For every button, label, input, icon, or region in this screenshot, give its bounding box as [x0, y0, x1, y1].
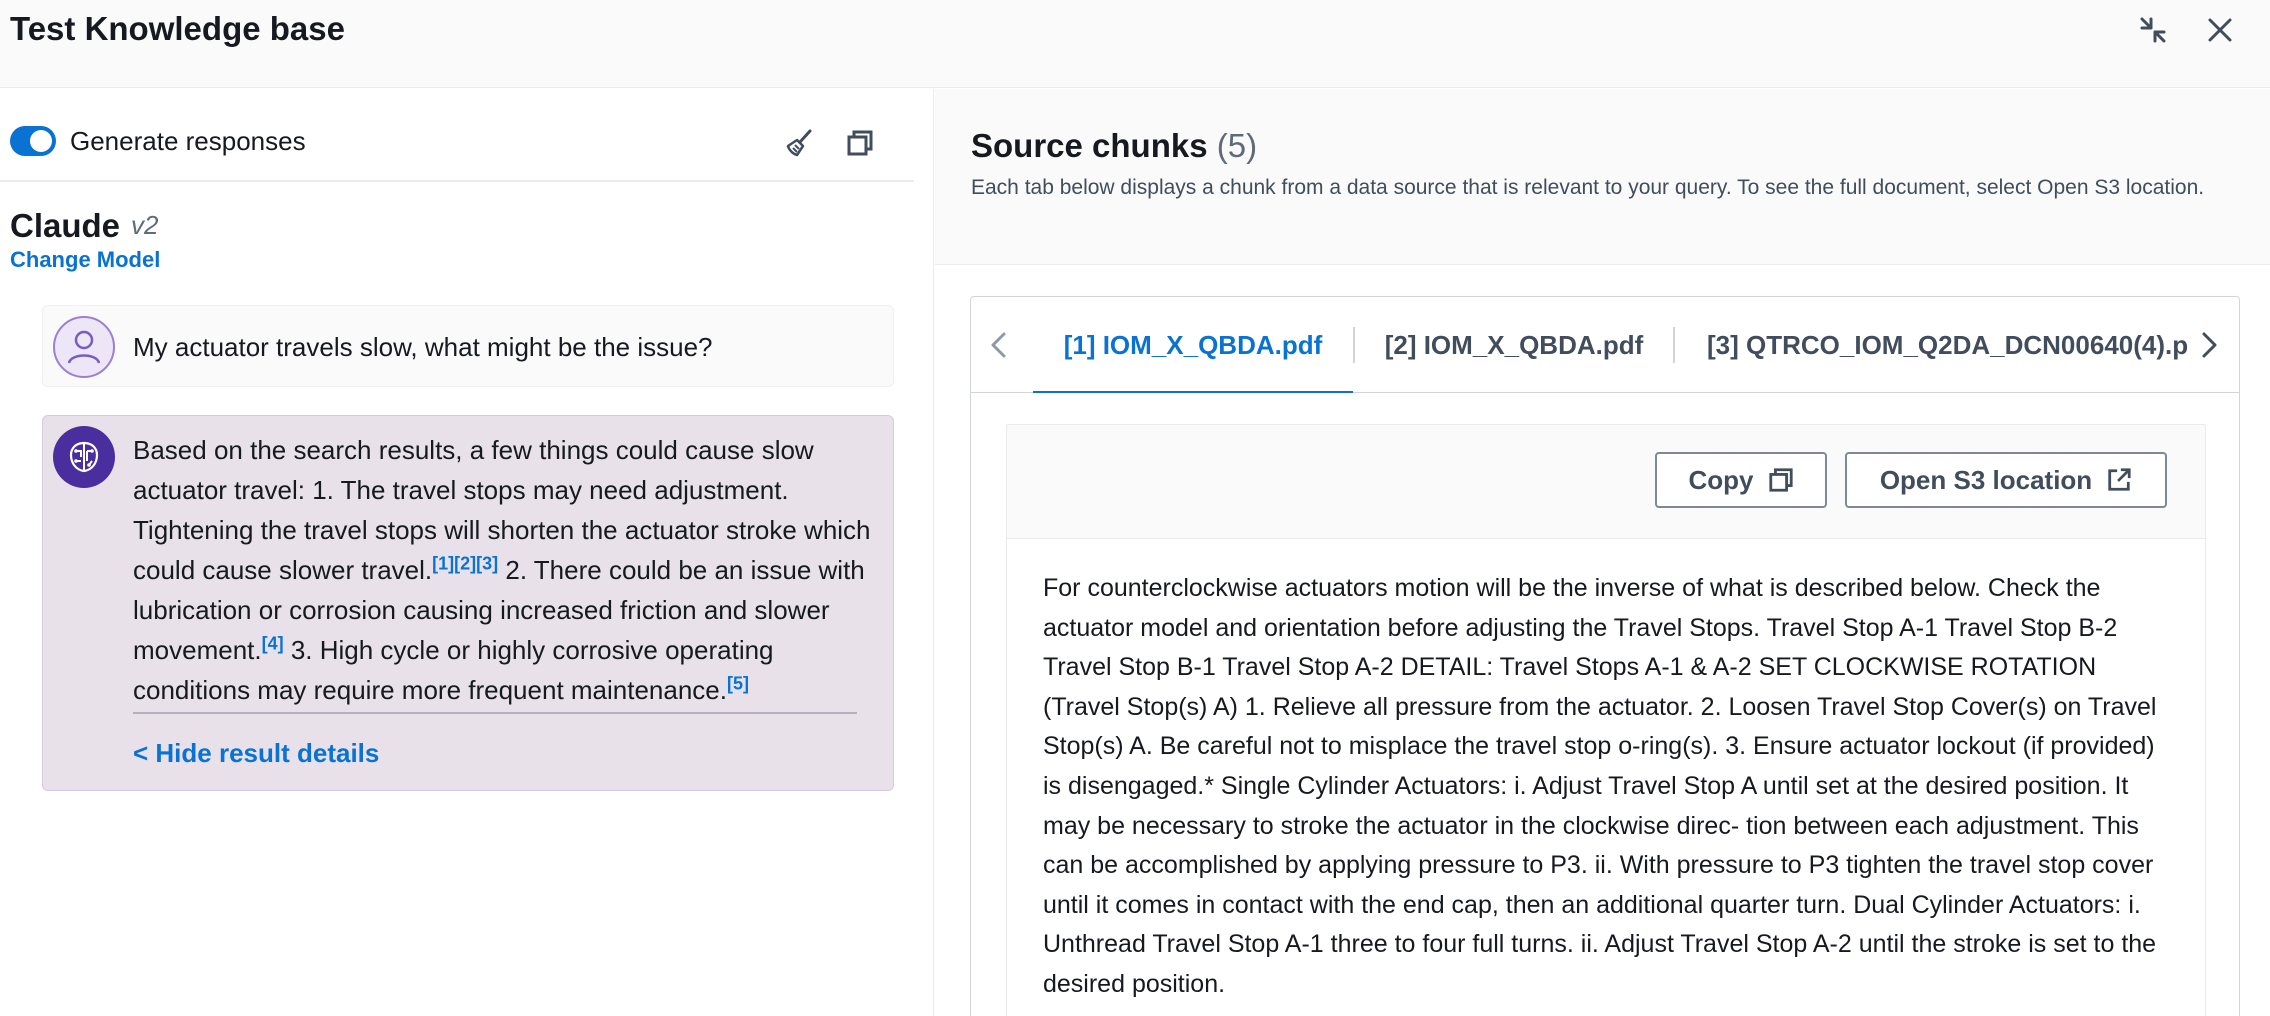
clear-chat-button[interactable]: [780, 123, 820, 163]
citation-link[interactable]: [2]: [454, 553, 476, 573]
ai-brain-icon: [69, 441, 99, 473]
broom-icon: [786, 129, 812, 157]
tab-source-1[interactable]: [1] IOM_X_QBDA.pdf: [1033, 297, 1353, 393]
source-chunks-header: Source chunks (5) Each tab below display…: [935, 89, 2270, 265]
generate-responses-row: Generate responses: [10, 119, 306, 163]
source-chunks-count: (5): [1216, 127, 1258, 164]
chevron-left-icon: [991, 332, 1006, 358]
modal-title: Test Knowledge base: [10, 10, 345, 47]
model-version: v2: [131, 210, 159, 240]
user-avatar: [53, 316, 115, 378]
open-s3-label: Open S3 location: [1879, 464, 2093, 495]
citation-link[interactable]: [5]: [727, 673, 749, 693]
divider: [133, 712, 857, 714]
change-model-link[interactable]: Change Model: [10, 247, 160, 273]
close-button[interactable]: [2200, 10, 2240, 50]
hide-result-details-link[interactable]: < Hide result details: [133, 738, 379, 769]
copy-chat-button[interactable]: [840, 123, 880, 163]
minimize-icon: [2140, 17, 2166, 43]
citation-link[interactable]: [3]: [476, 553, 498, 573]
copy-button-label: Copy: [1688, 464, 1754, 495]
external-link-icon: [2108, 468, 2131, 491]
user-icon: [67, 330, 101, 364]
citation-link[interactable]: [4]: [262, 633, 284, 653]
user-message-text: My actuator travels slow, what might be …: [133, 332, 713, 362]
copy-chunk-button[interactable]: Copy: [1655, 452, 1827, 508]
tab-source-2[interactable]: [2] IOM_X_QBDA.pdf: [1355, 297, 1673, 393]
generate-responses-toggle[interactable]: [10, 126, 56, 156]
source-chunks-title-text: Source chunks: [971, 127, 1208, 164]
chevron-right-icon: [2202, 332, 2217, 358]
tab-bar: [1] IOM_X_QBDA.pdf [2] IOM_X_QBDA.pdf [3…: [971, 297, 2239, 393]
source-chunks-description: Each tab below displays a chunk from a d…: [971, 176, 2205, 199]
chunk-toolbar: Copy Open S3 location: [1007, 425, 2205, 539]
generate-responses-label: Generate responses: [70, 125, 306, 156]
divider: [0, 180, 914, 182]
copy-icon: [847, 130, 873, 156]
source-tabs: [1] IOM_X_QBDA.pdf [2] IOM_X_QBDA.pdf [3…: [970, 296, 2240, 1016]
tab-scroll-left-button[interactable]: [979, 325, 1019, 365]
copy-icon: [1768, 468, 1793, 492]
citation-link[interactable]: [1]: [432, 553, 454, 573]
user-message: My actuator travels slow, what might be …: [42, 305, 894, 387]
chat-panel: Generate responses Claude v2 Change Mode…: [0, 89, 934, 1016]
source-chunks-title: Source chunks (5): [971, 127, 1257, 165]
close-icon: [2208, 18, 2232, 42]
tab-source-3[interactable]: [3] QTRCO_IOM_Q2DA_DCN00640(4).p: [1675, 297, 2189, 393]
tab-scroll-right-button[interactable]: [2189, 325, 2229, 365]
model-name: Claude: [10, 207, 121, 244]
minimize-button[interactable]: [2133, 10, 2173, 50]
assistant-avatar: [53, 426, 115, 488]
modal-header: Test Knowledge base: [0, 0, 2270, 88]
assistant-message-text: Based on the search results, a few thing…: [133, 430, 883, 710]
open-s3-location-button[interactable]: Open S3 location: [1845, 452, 2167, 508]
source-chunks-panel: Source chunks (5) Each tab below display…: [935, 89, 2270, 1016]
source-chunk-card: Copy Open S3 location For counterclockwi…: [1006, 424, 2206, 1016]
assistant-message: Based on the search results, a few thing…: [42, 415, 894, 791]
chunk-text: For counterclockwise actuators motion wi…: [1043, 574, 2157, 998]
